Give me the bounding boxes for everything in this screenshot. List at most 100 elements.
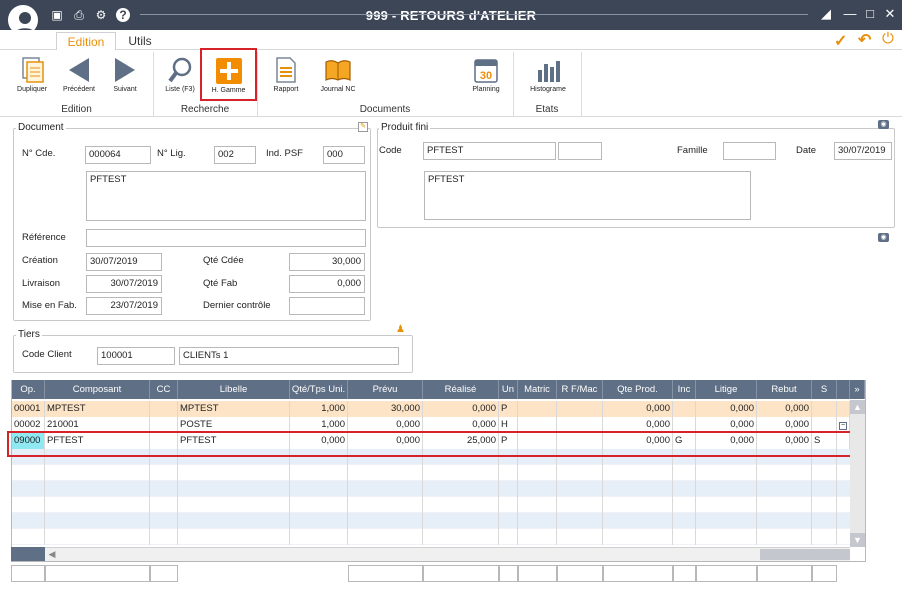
dernier-label: Dernier contrôle [203, 300, 271, 311]
column-divider [756, 465, 757, 481]
column-header[interactable]: Litige [696, 380, 757, 399]
maximize-icon[interactable]: □ [862, 6, 878, 22]
column-header[interactable]: S [812, 380, 837, 399]
psf-field[interactable]: 000 [323, 146, 365, 164]
document-legend: Document [16, 122, 66, 133]
produit-code-field[interactable]: PFTEST [423, 142, 556, 160]
column-header[interactable]: Op. [12, 380, 45, 399]
table-cell[interactable] [673, 401, 696, 417]
undo-icon[interactable]: ↶ [858, 30, 871, 50]
column-header[interactable]: CC [150, 380, 178, 399]
client-name-field[interactable]: CLIENTs 1 [179, 347, 399, 365]
table-cell[interactable]: 0,000 [696, 401, 757, 417]
table-cell[interactable]: 00001 [12, 401, 45, 417]
duplicate-button[interactable]: Dupliquer [10, 54, 54, 100]
close-icon[interactable]: ✕ [882, 6, 898, 22]
column-divider [672, 481, 673, 497]
histogram-button[interactable]: Histograme [526, 54, 570, 100]
table-cell[interactable]: MPTEST [178, 401, 290, 417]
planning-button[interactable]: 30 Planning [466, 54, 506, 100]
reference-field[interactable] [86, 229, 366, 247]
tab-edition[interactable]: Edition [56, 32, 116, 51]
help-icon[interactable]: ? [116, 8, 130, 22]
next-button[interactable]: Suivant [104, 54, 146, 100]
produit-camera-icon-2[interactable]: ◉ [878, 233, 889, 242]
table-cell[interactable] [150, 401, 178, 417]
column-header[interactable]: Prévu [348, 380, 423, 399]
table-cell[interactable]: 0,000 [423, 401, 499, 417]
creation-field[interactable]: 30/07/2019 [86, 253, 162, 271]
h-gamme-button[interactable]: H. Gamme [200, 48, 257, 101]
produit-camera-icon[interactable]: ◉ [878, 120, 889, 129]
tiers-user-icon[interactable]: ♟ [396, 324, 406, 335]
settings-icon[interactable]: ⚙ [94, 8, 108, 22]
printer-icon[interactable]: ⎙ [72, 8, 86, 22]
column-header[interactable]: Qté/Tps Uni. [290, 380, 348, 399]
vertical-scrollbar[interactable]: ▲ ▼ [850, 400, 865, 547]
column-divider [556, 513, 557, 529]
table-cell[interactable]: 0,000 [603, 401, 673, 417]
client-code-field[interactable]: 100001 [97, 347, 175, 365]
column-header[interactable]: Rebut [757, 380, 812, 399]
scroll-left-icon[interactable]: ◀ [45, 548, 59, 561]
cde-field[interactable]: 000064 [85, 146, 151, 164]
table-cell[interactable] [518, 401, 557, 417]
table-row[interactable]: 00001 MPTEST MPTEST 1,000 30,000 0,000 P 0,000 0… [12, 401, 850, 417]
column-divider [498, 481, 499, 497]
column-header-extra[interactable] [837, 380, 850, 399]
livraison-field[interactable]: 30/07/2019 [86, 275, 162, 293]
power-icon[interactable]: ⏻ [882, 30, 894, 47]
journal-nc-button[interactable]: Journal NC [316, 54, 360, 100]
column-header[interactable]: Matric [518, 380, 557, 399]
table-cell[interactable]: MPTEST [45, 401, 150, 417]
column-header[interactable]: Composant [45, 380, 150, 399]
minimize-icon[interactable]: — [842, 6, 858, 22]
table-cell[interactable] [812, 401, 837, 417]
plus-icon [215, 57, 243, 87]
table-cell[interactable]: 1,000 [290, 401, 348, 417]
list-button[interactable]: Liste (F3) [158, 54, 202, 100]
table-cell[interactable]: 30,000 [348, 401, 423, 417]
window-title: 999 - RETOURS d'ATELIER [365, 8, 537, 23]
date-field[interactable]: 30/07/2019 [834, 142, 892, 160]
document-edit-icon[interactable]: ✎ [358, 122, 368, 132]
monitor-icon[interactable]: ▣ [50, 8, 64, 22]
column-header[interactable]: Un [499, 380, 518, 399]
column-header[interactable]: Réalisé [423, 380, 499, 399]
column-divider [517, 481, 518, 497]
scroll-down-icon[interactable]: ▼ [850, 533, 865, 547]
scroll-up-icon[interactable]: ▲ [850, 400, 865, 414]
qte-cdee-label: Qté Cdée [203, 255, 244, 266]
table-cell[interactable] [837, 401, 850, 417]
table-cell[interactable]: 0,000 [757, 401, 812, 417]
document-designation-field[interactable]: PFTEST [86, 171, 366, 221]
qte-cdee-field[interactable]: 30,000 [289, 253, 365, 271]
tab-utils[interactable]: Utils [120, 32, 160, 51]
previous-button[interactable]: Précédent [58, 54, 100, 100]
produit-designation-field[interactable]: PFTEST [424, 171, 751, 220]
row-collapse-icon[interactable]: − [839, 422, 847, 430]
lig-field[interactable]: 002 [214, 146, 256, 164]
column-chooser-icon[interactable]: » [850, 380, 865, 399]
column-header[interactable]: Qte Prod. [603, 380, 673, 399]
horizontal-scrollbar[interactable]: ◀ [45, 547, 850, 561]
validate-check-icon[interactable]: ✓ [834, 31, 847, 51]
empty-row [12, 465, 850, 481]
column-header[interactable]: Inc [673, 380, 696, 399]
table-cell[interactable]: P [499, 401, 518, 417]
cde-label: N° Cde. [22, 148, 56, 159]
report-button[interactable]: Rapport [266, 54, 306, 100]
dernier-field[interactable] [289, 297, 365, 315]
column-header[interactable]: R F/Mac [557, 380, 603, 399]
bar-chart-icon [535, 56, 561, 86]
famille-field[interactable] [723, 142, 776, 160]
column-divider [556, 497, 557, 513]
qte-fab-field[interactable]: 0,000 [289, 275, 365, 293]
restore-small-icon[interactable]: ◢ [818, 6, 834, 22]
column-divider [836, 529, 837, 545]
column-header[interactable]: Libelle [178, 380, 290, 399]
table-cell[interactable] [557, 401, 603, 417]
produit-code-suffix-field[interactable] [558, 142, 602, 160]
mise-field[interactable]: 23/07/2019 [86, 297, 162, 315]
horizontal-scroll-thumb[interactable] [760, 549, 850, 560]
